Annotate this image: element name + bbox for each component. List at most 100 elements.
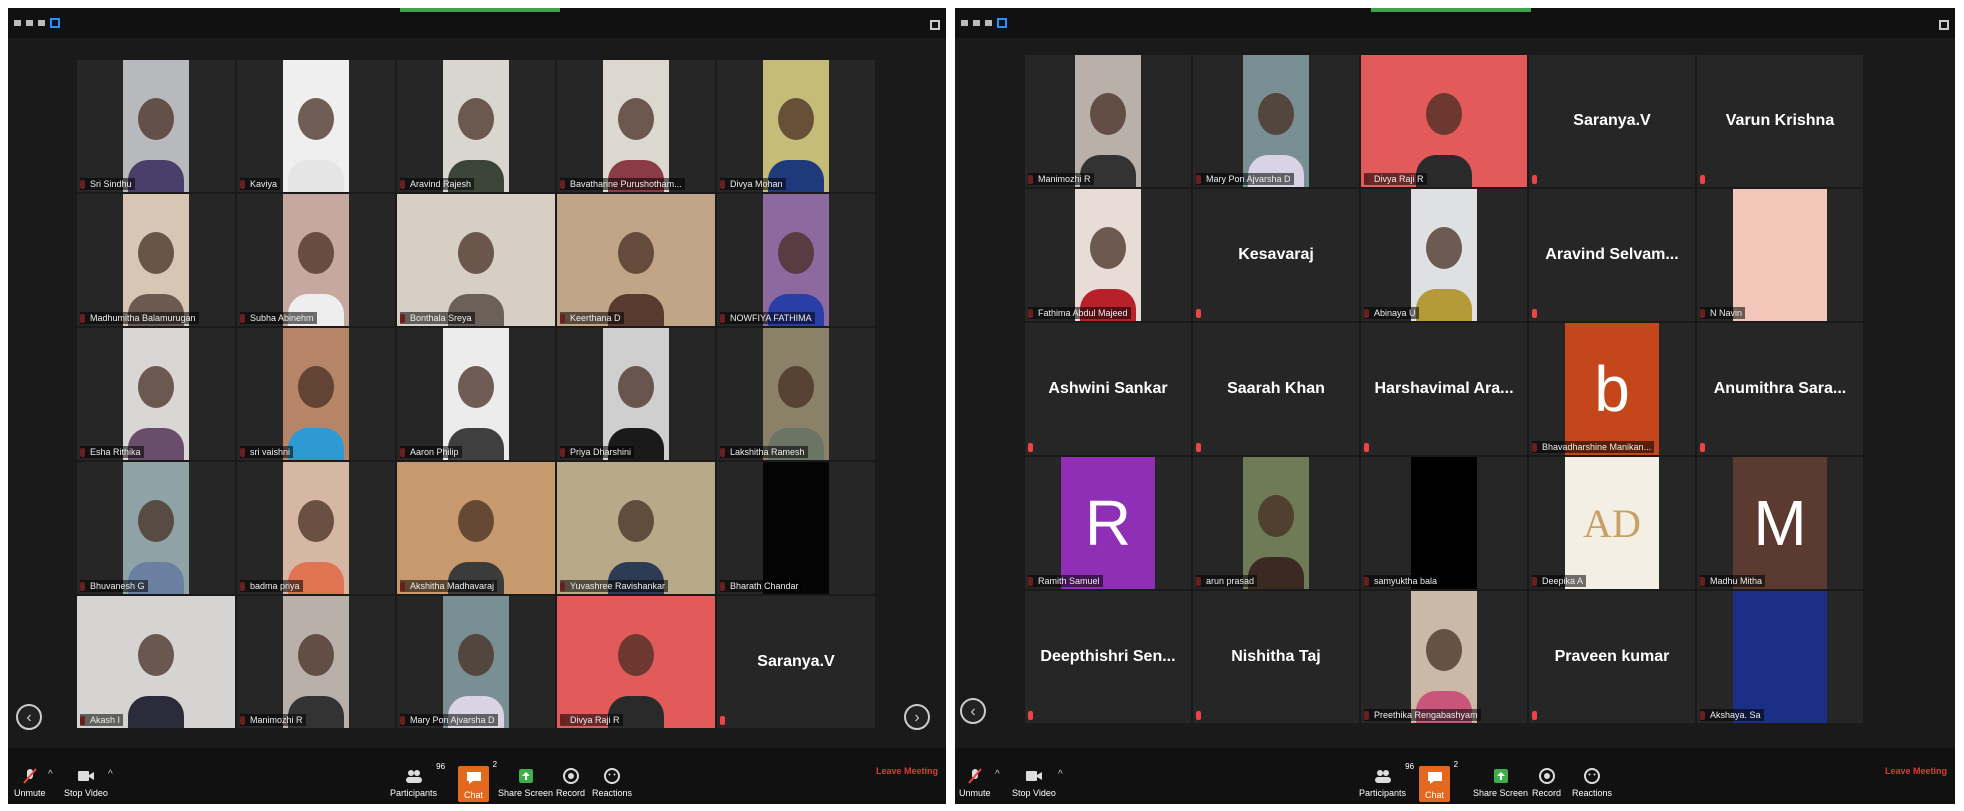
share-screen-button[interactable]: Share Screen bbox=[1473, 768, 1528, 798]
participant-tile[interactable]: Divya Raji R bbox=[557, 596, 715, 728]
participant-tile[interactable]: Aravind Rajesh bbox=[397, 60, 555, 192]
participant-tile[interactable]: Mary Pon Ajvarsha D bbox=[1193, 55, 1359, 187]
prev-page-button[interactable]: ‹ bbox=[960, 698, 986, 724]
participant-display-name: Ashwini Sankar bbox=[1048, 380, 1168, 397]
participant-tile[interactable]: N Navin bbox=[1697, 189, 1863, 321]
participant-tile[interactable]: Keerthana D bbox=[557, 194, 715, 326]
participant-tile[interactable]: Sri Sindhu bbox=[77, 60, 235, 192]
next-page-button[interactable]: › bbox=[904, 704, 930, 730]
participant-name-label: Bharath Chandar bbox=[720, 580, 802, 592]
profile-picture: M bbox=[1733, 457, 1827, 589]
window-controls[interactable] bbox=[14, 18, 60, 28]
stop-video-button[interactable]: Stop Video bbox=[1012, 768, 1056, 798]
participant-tile[interactable]: Kesavaraj bbox=[1193, 189, 1359, 321]
close-icon[interactable] bbox=[38, 20, 45, 26]
prev-page-button[interactable]: ‹ bbox=[16, 704, 42, 730]
participant-name-label: Yuvashree Ravishankar bbox=[560, 580, 669, 592]
participant-body bbox=[128, 696, 184, 728]
fullscreen-icon[interactable] bbox=[930, 20, 940, 30]
participant-name-label: Manimozhi R bbox=[1028, 173, 1094, 185]
participant-tile[interactable]: Praveen kumar bbox=[1529, 591, 1695, 723]
stop-video-button[interactable]: Stop Video bbox=[64, 768, 108, 798]
participant-tile[interactable]: Saranya.V bbox=[1529, 55, 1695, 187]
participant-tile[interactable]: AD Deepika A bbox=[1529, 457, 1695, 589]
participant-tile[interactable]: b Bhavadharshine Manikan... bbox=[1529, 323, 1695, 455]
participant-video bbox=[1075, 189, 1141, 321]
participant-tile[interactable]: Akash I bbox=[77, 596, 235, 728]
reactions-button[interactable]: Reactions bbox=[592, 768, 632, 798]
participant-name-label: badma priya bbox=[240, 580, 303, 592]
participant-video bbox=[443, 60, 509, 192]
participant-tile[interactable]: samyuktha bala bbox=[1361, 457, 1527, 589]
reactions-button[interactable]: Reactions bbox=[1572, 768, 1612, 798]
participant-tile[interactable]: Nishitha Taj bbox=[1193, 591, 1359, 723]
participant-name-label: Fathima Abdul Majeed bbox=[1028, 307, 1131, 319]
participant-tile[interactable]: Saranya.V bbox=[717, 596, 875, 728]
fullscreen-icon[interactable] bbox=[1939, 20, 1949, 30]
participant-tile[interactable]: Bonthala Sreya bbox=[397, 194, 555, 326]
participants-button[interactable]: 96 Participants bbox=[390, 762, 445, 798]
gallery-view-icon[interactable] bbox=[50, 18, 60, 28]
participant-video bbox=[397, 194, 555, 326]
share-screen-button[interactable]: Share Screen bbox=[498, 768, 553, 798]
participant-tile[interactable]: Bavatharine Purushotham... bbox=[557, 60, 715, 192]
participant-tile[interactable]: Deepthishri Sen... bbox=[1025, 591, 1191, 723]
participant-name-label: Subha Abinehm bbox=[240, 312, 317, 324]
participant-tile[interactable]: NOWFIYA FATHIMA bbox=[717, 194, 875, 326]
participant-tile[interactable]: Ashwini Sankar bbox=[1025, 323, 1191, 455]
participant-tile[interactable]: Bharath Chandar bbox=[717, 462, 875, 594]
participant-tile[interactable]: Manimozhi R bbox=[1025, 55, 1191, 187]
participant-tile[interactable]: Saarah Khan bbox=[1193, 323, 1359, 455]
participant-tile[interactable]: Subha Abinehm bbox=[237, 194, 395, 326]
participant-tile[interactable]: Kaviya bbox=[237, 60, 395, 192]
participant-tile[interactable]: Yuvashree Ravishankar bbox=[557, 462, 715, 594]
participant-tile[interactable]: Manimozhi R bbox=[237, 596, 395, 728]
gallery-view-icon[interactable] bbox=[997, 18, 1007, 28]
participant-tile[interactable]: M Madhu Mitha bbox=[1697, 457, 1863, 589]
participant-tile[interactable]: R Ramith Samuel bbox=[1025, 457, 1191, 589]
unmute-button[interactable]: Unmute bbox=[14, 768, 46, 798]
participant-tile[interactable]: Harshavimal Ara... bbox=[1361, 323, 1527, 455]
leave-meeting-button[interactable]: Leave Meeting bbox=[876, 766, 938, 776]
participant-tile[interactable]: Akshitha Madhavaraj bbox=[397, 462, 555, 594]
participant-tile[interactable]: Aaron Philip bbox=[397, 328, 555, 460]
restore-icon[interactable] bbox=[973, 20, 980, 26]
minimize-icon[interactable] bbox=[14, 20, 21, 26]
leave-meeting-button[interactable]: Leave Meeting bbox=[1885, 766, 1947, 776]
participant-tile[interactable]: Lakshitha Ramesh bbox=[717, 328, 875, 460]
chat-button[interactable]: 2 Chat bbox=[458, 760, 497, 802]
participant-tile[interactable]: Divya Mohan bbox=[717, 60, 875, 192]
participant-tile[interactable]: Esha Rithika bbox=[77, 328, 235, 460]
window-controls[interactable] bbox=[961, 18, 1007, 28]
audio-options-chevron-icon[interactable]: ^ bbox=[48, 769, 53, 780]
video-options-chevron-icon[interactable]: ^ bbox=[108, 769, 113, 780]
participant-tile[interactable]: Abinaya U bbox=[1361, 189, 1527, 321]
participant-tile[interactable]: Priya Dharshini bbox=[557, 328, 715, 460]
participant-tile[interactable]: Divya Raji R bbox=[1361, 55, 1527, 187]
close-icon[interactable] bbox=[985, 20, 992, 26]
minimize-icon[interactable] bbox=[961, 20, 968, 26]
participants-button[interactable]: 96 Participants bbox=[1359, 762, 1414, 798]
muted-mic-icon bbox=[1364, 443, 1369, 452]
chat-button[interactable]: 2 Chat bbox=[1419, 760, 1458, 802]
participant-tile[interactable]: Bhuvanesh G bbox=[77, 462, 235, 594]
participant-tile[interactable]: Aravind Selvam... bbox=[1529, 189, 1695, 321]
audio-options-chevron-icon[interactable]: ^ bbox=[995, 769, 1000, 780]
participant-tile[interactable]: arun prasad bbox=[1193, 457, 1359, 589]
participant-tile[interactable]: Varun Krishna bbox=[1697, 55, 1863, 187]
participant-tile[interactable]: Akshaya. Sa bbox=[1697, 591, 1863, 723]
participant-face bbox=[458, 232, 494, 275]
participant-tile[interactable]: Anumithra Sara... bbox=[1697, 323, 1863, 455]
video-options-chevron-icon[interactable]: ^ bbox=[1058, 769, 1063, 780]
participant-tile[interactable]: sri vaishni bbox=[237, 328, 395, 460]
participant-display-name: Aravind Selvam... bbox=[1545, 246, 1679, 263]
record-button[interactable]: Record bbox=[556, 768, 585, 798]
participant-tile[interactable]: Madhumitha Balamurugan bbox=[77, 194, 235, 326]
participant-tile[interactable]: Preethika Rengabashyam bbox=[1361, 591, 1527, 723]
unmute-button[interactable]: Unmute bbox=[959, 768, 991, 798]
participant-tile[interactable]: Mary Pon Ajvarsha D bbox=[397, 596, 555, 728]
restore-icon[interactable] bbox=[26, 20, 33, 26]
participant-tile[interactable]: badma priya bbox=[237, 462, 395, 594]
record-button[interactable]: Record bbox=[1532, 768, 1561, 798]
participant-tile[interactable]: Fathima Abdul Majeed bbox=[1025, 189, 1191, 321]
